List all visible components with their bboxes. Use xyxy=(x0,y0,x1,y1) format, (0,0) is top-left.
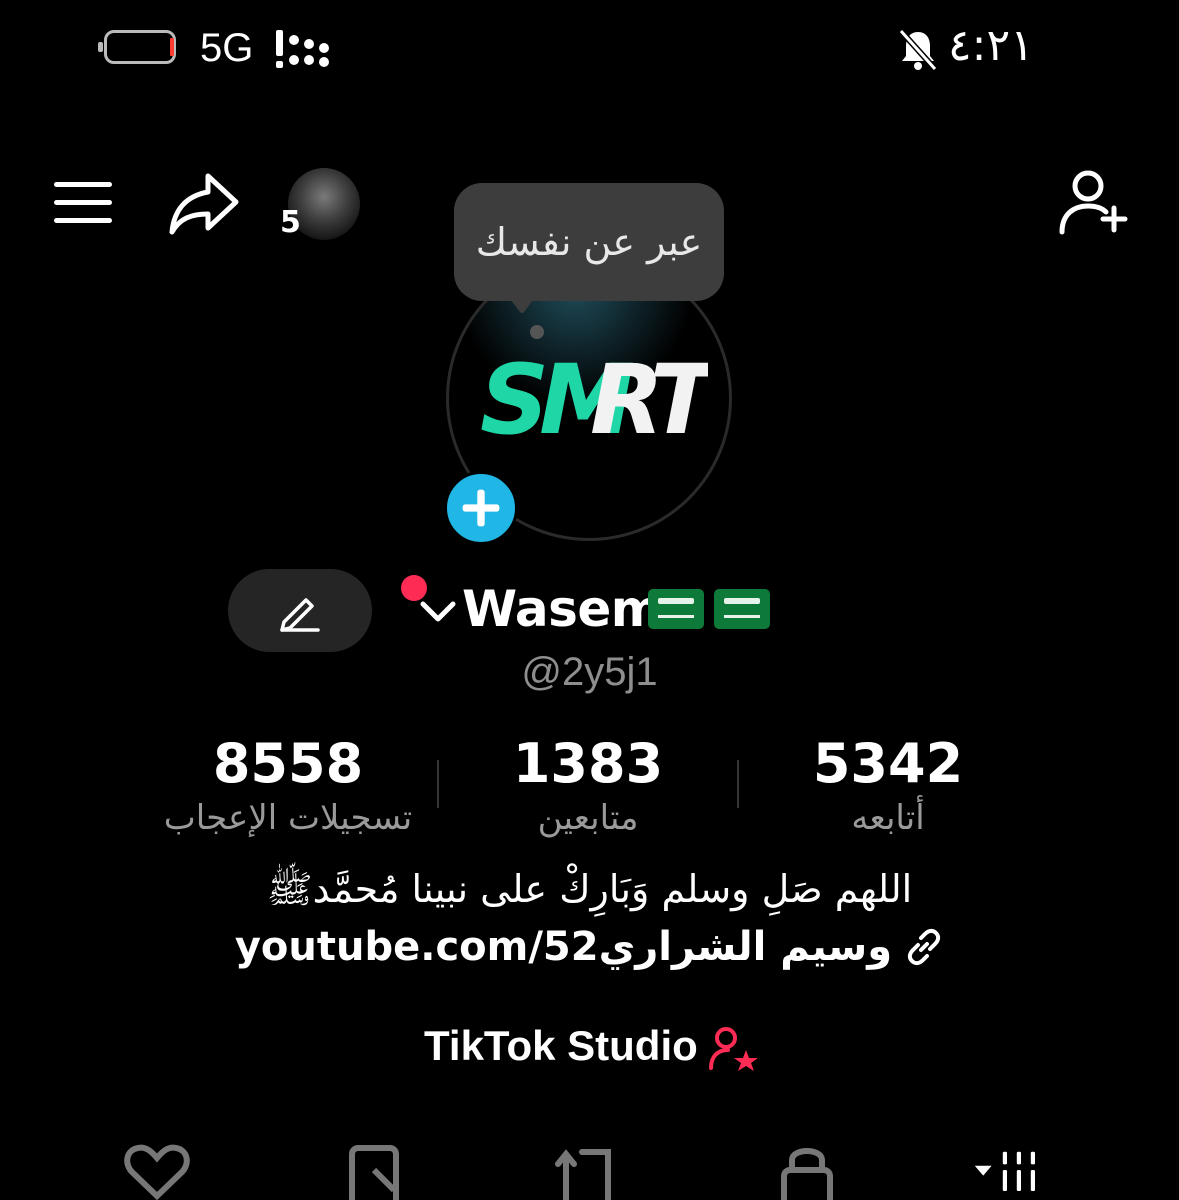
smrt-logo: SM RT xyxy=(480,345,708,445)
followers-count[interactable]: 1383 xyxy=(438,732,738,795)
following-label: أتابعه xyxy=(851,798,925,838)
bio-text: اللهم صَلِ وسلم وَبَارِكْ على نبينا مُحم… xyxy=(266,867,913,911)
battery-icon xyxy=(104,30,176,64)
creator-star-icon[interactable] xyxy=(708,1026,760,1072)
saudi-flag-icon xyxy=(648,589,704,629)
username: @2y5j1 xyxy=(521,650,658,694)
chevron-down-icon[interactable] xyxy=(420,600,456,624)
private-tab-lock-icon[interactable] xyxy=(772,1140,842,1200)
bio-link-text[interactable]: وسيم الشراريyoutube.com/52 xyxy=(235,924,892,970)
story-count: 5 xyxy=(280,205,301,240)
battery-tip xyxy=(98,42,103,52)
favorites-tab-icon[interactable] xyxy=(344,1140,414,1200)
videos-tab-grid-icon[interactable] xyxy=(972,1140,1042,1200)
notification-dot xyxy=(401,575,427,601)
share-icon[interactable] xyxy=(166,170,242,236)
clock: ٤:٢١ xyxy=(948,20,1034,71)
followers-label: متابعين xyxy=(537,798,639,838)
bio-link[interactable]: وسيم الشراريyoutube.com/52 xyxy=(0,924,1179,970)
reposts-tab-icon[interactable] xyxy=(552,1140,622,1200)
battery-level xyxy=(170,38,174,56)
network-type: 5G xyxy=(200,26,254,70)
tiktok-studio-link[interactable]: TikTok Studio xyxy=(424,1022,698,1070)
signal-icon xyxy=(276,30,329,68)
bio-tooltip[interactable]: عبر عن نفسك xyxy=(454,183,724,301)
likes-count[interactable]: 8558 xyxy=(138,732,438,795)
pencil-icon xyxy=(280,598,320,632)
svg-text:RT: RT xyxy=(590,345,708,445)
following-count[interactable]: 5342 xyxy=(738,732,1038,795)
liked-videos-tab-icon[interactable] xyxy=(122,1140,192,1200)
add-photo-button[interactable] xyxy=(444,471,518,545)
bell-muted-icon xyxy=(898,28,938,72)
menu-icon[interactable] xyxy=(54,180,114,226)
tooltip-pointer-dot xyxy=(530,325,544,339)
likes-label: تسجيلات الإعجاب xyxy=(163,798,413,838)
link-icon xyxy=(908,928,941,966)
display-name[interactable]: Wasem xyxy=(462,580,663,638)
add-friend-icon[interactable] xyxy=(1058,168,1132,238)
saudi-flag-icon xyxy=(714,589,770,629)
tooltip-tail xyxy=(508,296,536,313)
